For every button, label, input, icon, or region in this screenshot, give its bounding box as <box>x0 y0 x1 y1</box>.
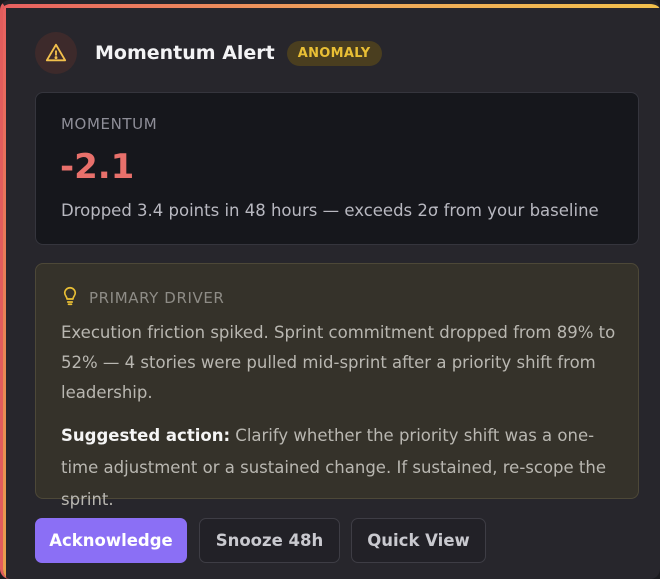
momentum-value: -2.1 <box>60 147 135 187</box>
lightbulb-icon <box>61 286 79 310</box>
left-accent-bar <box>3 4 6 579</box>
alert-title: Momentum Alert <box>95 42 275 64</box>
top-accent-bar <box>3 4 660 8</box>
anomaly-badge: ANOMALY <box>286 40 382 66</box>
suggested-action-label: Suggested action: <box>61 426 231 445</box>
momentum-label: MOMENTUM <box>61 115 158 133</box>
quick-view-button[interactable]: Quick View <box>351 518 486 563</box>
snooze-button[interactable]: Snooze 48h <box>199 518 340 563</box>
warning-triangle-icon <box>35 32 77 74</box>
primary-driver-body: Execution friction spiked. Sprint commit… <box>61 323 616 402</box>
momentum-panel: MOMENTUM -2.1 Dropped 3.4 points in 48 h… <box>35 92 639 245</box>
primary-driver-label: PRIMARY DRIVER <box>89 289 225 307</box>
primary-driver-panel: PRIMARY DRIVER Execution friction spiked… <box>35 263 639 509</box>
momentum-alert-card: Momentum Alert ANOMALY MOMENTUM -2.1 Dro… <box>0 0 660 579</box>
suggested-action: Suggested action: Clarify whether the pr… <box>61 420 626 516</box>
alert-header: Momentum Alert ANOMALY <box>35 32 382 74</box>
primary-driver-header: PRIMARY DRIVER <box>61 286 224 310</box>
acknowledge-button[interactable]: Acknowledge <box>35 518 187 563</box>
momentum-description: Dropped 3.4 points in 48 hours — exceeds… <box>61 201 599 220</box>
